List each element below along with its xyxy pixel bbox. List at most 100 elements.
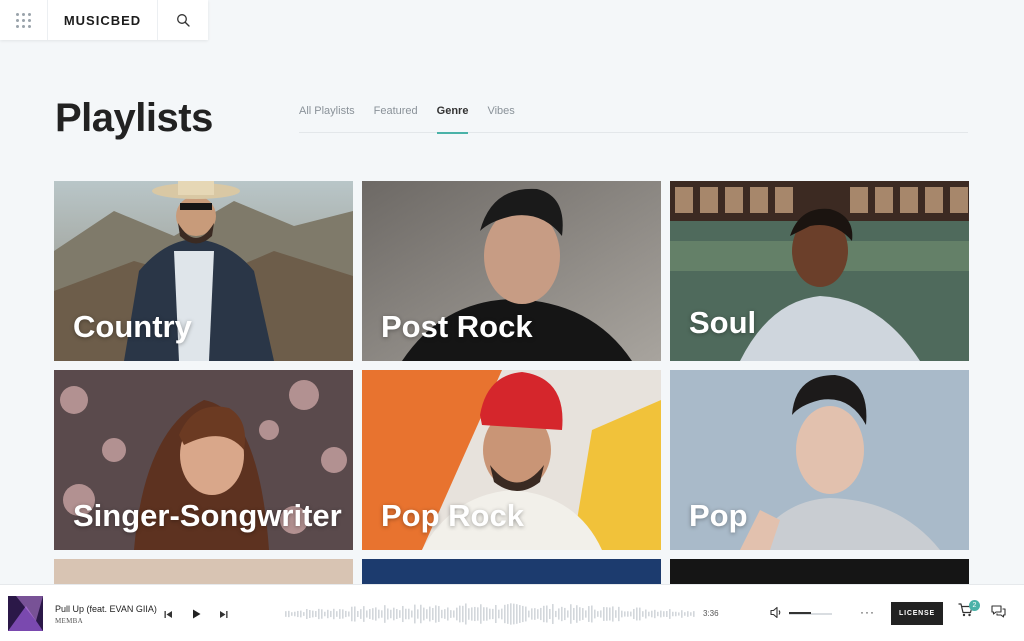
- playlist-card-partial[interactable]: [54, 559, 353, 585]
- waveform-bar: [306, 609, 308, 619]
- waveform-bar: [486, 607, 488, 621]
- waveform-bar: [651, 610, 653, 618]
- track-title[interactable]: Pull Up (feat. EVAN GIIA): [55, 604, 157, 614]
- waveform-scrubber[interactable]: [285, 601, 695, 627]
- playlist-card-partial[interactable]: [670, 559, 969, 585]
- volume-slider[interactable]: [789, 612, 832, 615]
- waveform-bar: [561, 606, 563, 622]
- page-title: Playlists: [55, 96, 213, 140]
- waveform-bar: [399, 610, 401, 618]
- menu-button[interactable]: [0, 0, 48, 40]
- waveform-bar: [378, 609, 380, 619]
- waveform-bar: [498, 609, 500, 619]
- chat-icon[interactable]: [991, 605, 1006, 618]
- waveform-bar: [690, 612, 692, 616]
- license-button[interactable]: LICENSE: [891, 602, 943, 625]
- waveform-bar: [366, 610, 368, 618]
- waveform-bar: [297, 610, 299, 618]
- waveform-bar: [318, 608, 320, 620]
- playlist-card-partial[interactable]: [362, 559, 661, 585]
- waveform-bar: [555, 610, 557, 618]
- waveform-bar: [504, 604, 506, 624]
- waveform-bar: [477, 607, 479, 621]
- waveform-bar: [465, 603, 467, 625]
- waveform-bar: [681, 610, 683, 618]
- waveform-bar: [612, 606, 614, 622]
- waveform-bar: [312, 610, 314, 618]
- waveform-bar: [315, 611, 317, 617]
- waveform-bar: [468, 608, 470, 620]
- waveform-bar: [339, 609, 341, 619]
- playlist-card-singer-songwriter[interactable]: Singer-Songwriter: [54, 370, 353, 550]
- waveform-bar: [510, 603, 512, 625]
- playlist-card-soul[interactable]: Soul: [670, 181, 969, 361]
- waveform-bar: [615, 610, 617, 618]
- waveform-bar: [675, 611, 677, 617]
- next-button[interactable]: [216, 607, 230, 621]
- volume-level: [789, 612, 811, 614]
- waveform-bar: [381, 610, 383, 618]
- track-duration: 3:36: [703, 609, 719, 618]
- waveform-bar: [693, 611, 695, 617]
- waveform-bar: [453, 610, 455, 618]
- waveform-bar: [549, 608, 551, 620]
- waveform-bar: [492, 608, 494, 620]
- waveform-bar: [603, 607, 605, 621]
- waveform-bar: [579, 607, 581, 621]
- waveform-bar: [660, 610, 662, 618]
- search-button[interactable]: [158, 0, 208, 40]
- play-button[interactable]: [189, 607, 203, 621]
- waveform-bar: [450, 610, 452, 618]
- playlist-card-pop[interactable]: Pop: [670, 370, 969, 550]
- waveform-bar: [360, 609, 362, 619]
- waveform-bar: [327, 609, 329, 619]
- more-options-button[interactable]: ···: [860, 605, 875, 619]
- waveform-bar: [597, 611, 599, 617]
- waveform-bar: [618, 606, 620, 622]
- waveform-bar: [606, 607, 608, 621]
- brand-logo[interactable]: MUSICBED: [48, 0, 158, 40]
- waveform-bar: [630, 611, 632, 617]
- waveform-bar: [591, 605, 593, 623]
- playlist-card-pop-rock[interactable]: Pop Rock: [362, 370, 661, 550]
- waveform-bar: [663, 611, 665, 617]
- waveform-bar: [288, 610, 290, 618]
- previous-button[interactable]: [161, 607, 175, 621]
- tab-vibes[interactable]: Vibes: [487, 103, 514, 133]
- playlist-title: Singer-Songwriter: [73, 498, 342, 533]
- tab-all-playlists[interactable]: All Playlists: [299, 103, 355, 133]
- waveform-bar: [645, 609, 647, 619]
- search-icon: [177, 14, 190, 27]
- waveform-bar: [654, 609, 656, 619]
- waveform-bar: [609, 607, 611, 621]
- waveform-bar: [501, 608, 503, 620]
- waveform-bar: [474, 606, 476, 622]
- playlist-title: Pop: [689, 498, 748, 533]
- waveform-bar: [438, 606, 440, 622]
- waveform-bar: [489, 608, 491, 620]
- volume-icon[interactable]: [770, 606, 783, 619]
- track-artist[interactable]: MEMBA: [55, 617, 83, 625]
- tab-featured[interactable]: Featured: [374, 103, 418, 133]
- cart-count-badge: 2: [969, 600, 980, 611]
- waveform-bar: [405, 608, 407, 620]
- waveform-bar: [621, 610, 623, 618]
- skip-back-icon: [164, 610, 172, 618]
- waveform-bar: [372, 608, 374, 620]
- playlist-title: Soul: [689, 305, 757, 340]
- tab-genre[interactable]: Genre: [436, 103, 468, 134]
- album-cover[interactable]: [8, 596, 43, 631]
- waveform-bar: [456, 607, 458, 621]
- waveform-bar: [672, 611, 674, 617]
- waveform-bar: [294, 611, 296, 617]
- waveform-bar: [585, 610, 587, 618]
- playlist-card-country[interactable]: Country: [54, 181, 353, 361]
- waveform-bar: [627, 611, 629, 617]
- play-icon: [192, 609, 200, 619]
- waveform-bar: [324, 611, 326, 617]
- playlist-card-post-rock[interactable]: Post Rock: [362, 181, 661, 361]
- playlist-title: Pop Rock: [381, 498, 524, 533]
- waveform-bar: [546, 605, 548, 623]
- waveform-bar: [321, 609, 323, 619]
- waveform-bar: [417, 609, 419, 619]
